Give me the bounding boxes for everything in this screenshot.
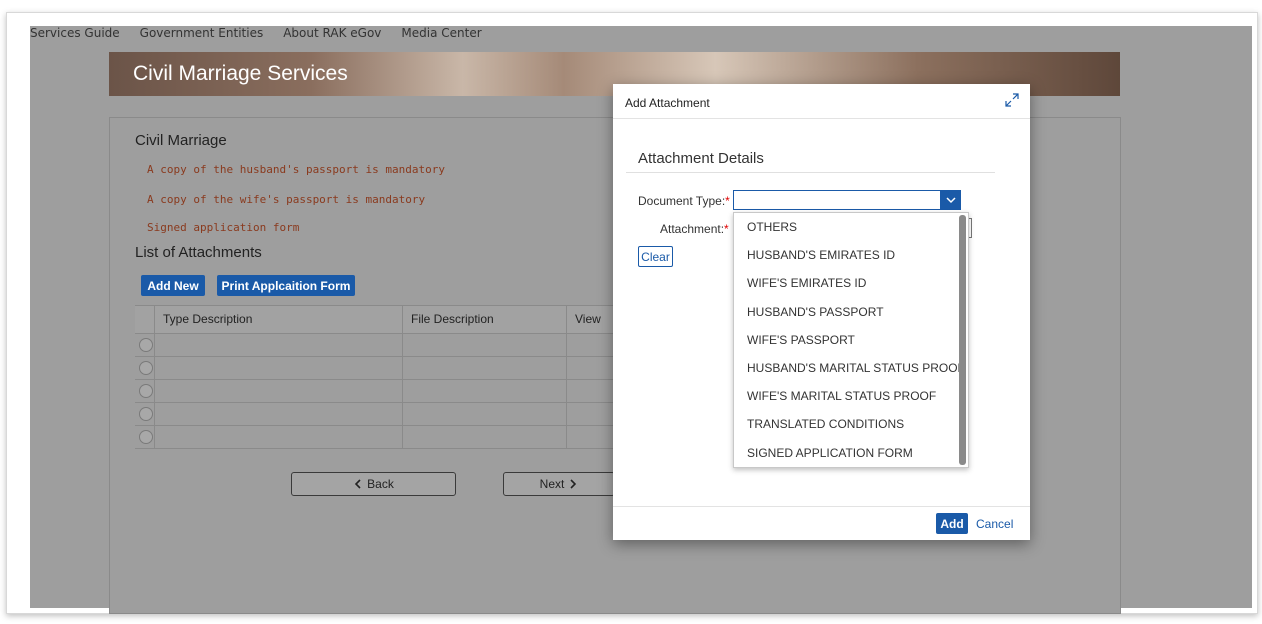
document-type-options: OTHERS HUSBAND'S EMIRATES ID WIFE'S EMIR… <box>733 212 969 468</box>
cancel-button[interactable]: Cancel <box>976 513 1013 534</box>
option-wifes-passport[interactable]: WIFE'S PASSPORT <box>734 326 968 354</box>
back-button-label: Back <box>367 477 394 491</box>
add-button[interactable]: Add <box>936 513 968 534</box>
section-title: Civil Marriage <box>135 132 227 149</box>
chevron-down-icon <box>945 196 956 203</box>
next-button-label: Next <box>539 477 565 491</box>
column-header-view: View <box>575 312 601 326</box>
required-mark: * <box>724 222 729 236</box>
nav-services-guide[interactable]: Services Guide <box>30 26 120 44</box>
document-type-dropdown-button[interactable] <box>940 190 961 210</box>
row-radio[interactable] <box>139 430 153 444</box>
table-row[interactable] <box>135 334 615 357</box>
chevron-right-icon <box>570 479 577 489</box>
option-signed-application-form[interactable]: SIGNED APPLICATION FORM <box>734 439 968 467</box>
attachments-list-title: List of Attachments <box>135 244 262 261</box>
row-radio[interactable] <box>139 407 153 421</box>
back-button[interactable]: Back <box>291 472 456 496</box>
top-navigation: Services Guide Government Entities About… <box>30 26 502 44</box>
chevron-left-icon <box>355 479 361 489</box>
table-header: Type Description File Description View <box>135 305 615 334</box>
option-husbands-passport[interactable]: HUSBAND'S PASSPORT <box>734 298 968 326</box>
document-type-select[interactable] <box>733 190 961 210</box>
option-wifes-emirates-id[interactable]: WIFE'S EMIRATES ID <box>734 269 968 297</box>
add-attachment-dialog: Add Attachment Attachment Details Docume… <box>613 84 1030 540</box>
clear-button[interactable]: Clear <box>638 246 673 267</box>
row-radio[interactable] <box>139 361 153 375</box>
option-translated-conditions[interactable]: TRANSLATED CONDITIONS <box>734 410 968 438</box>
table-row[interactable] <box>135 380 615 403</box>
dialog-footer-divider <box>613 506 1030 507</box>
maximize-icon[interactable] <box>1005 93 1019 107</box>
option-wifes-marital-status-proof[interactable]: WIFE'S MARITAL STATUS PROOF <box>734 382 968 410</box>
table-row[interactable] <box>135 403 615 426</box>
add-new-button[interactable]: Add New <box>141 275 205 296</box>
nav-government-entities[interactable]: Government Entities <box>140 26 264 44</box>
column-header-file-description: File Description <box>403 306 567 333</box>
option-husbands-marital-status-proof[interactable]: HUSBAND'S MARITAL STATUS PROOF <box>734 354 968 382</box>
column-header-type-description: Type Description <box>155 306 403 333</box>
dialog-title: Add Attachment <box>625 96 710 110</box>
nav-about-rak-egov[interactable]: About RAK eGov <box>283 26 381 44</box>
dialog-header-divider <box>613 118 1030 119</box>
option-others[interactable]: OTHERS <box>734 213 968 241</box>
details-divider <box>626 172 995 173</box>
attachment-details-title: Attachment Details <box>638 150 764 167</box>
print-application-form-button[interactable]: Print Applcaition Form <box>217 275 355 296</box>
requirement-signed-form: Signed application form <box>147 221 300 234</box>
row-radio[interactable] <box>139 338 153 352</box>
table-row[interactable] <box>135 426 615 449</box>
requirement-wife-passport: A copy of the wife's passport is mandato… <box>147 193 426 206</box>
option-husbands-emirates-id[interactable]: HUSBAND'S EMIRATES ID <box>734 241 968 269</box>
nav-media-center[interactable]: Media Center <box>401 26 481 44</box>
page-title: Civil Marriage Services <box>133 62 348 85</box>
attachments-table: Type Description File Description View <box>135 305 615 449</box>
dropdown-scrollbar[interactable] <box>959 215 966 465</box>
next-button[interactable]: Next <box>503 472 615 496</box>
attachment-label: Attachment:* <box>660 222 729 236</box>
select-column-header <box>135 306 155 333</box>
row-radio[interactable] <box>139 384 153 398</box>
requirement-husband-passport: A copy of the husband's passport is mand… <box>147 163 446 176</box>
table-row[interactable] <box>135 357 615 380</box>
required-mark: * <box>725 194 730 208</box>
document-type-label: Document Type:* <box>638 194 730 208</box>
